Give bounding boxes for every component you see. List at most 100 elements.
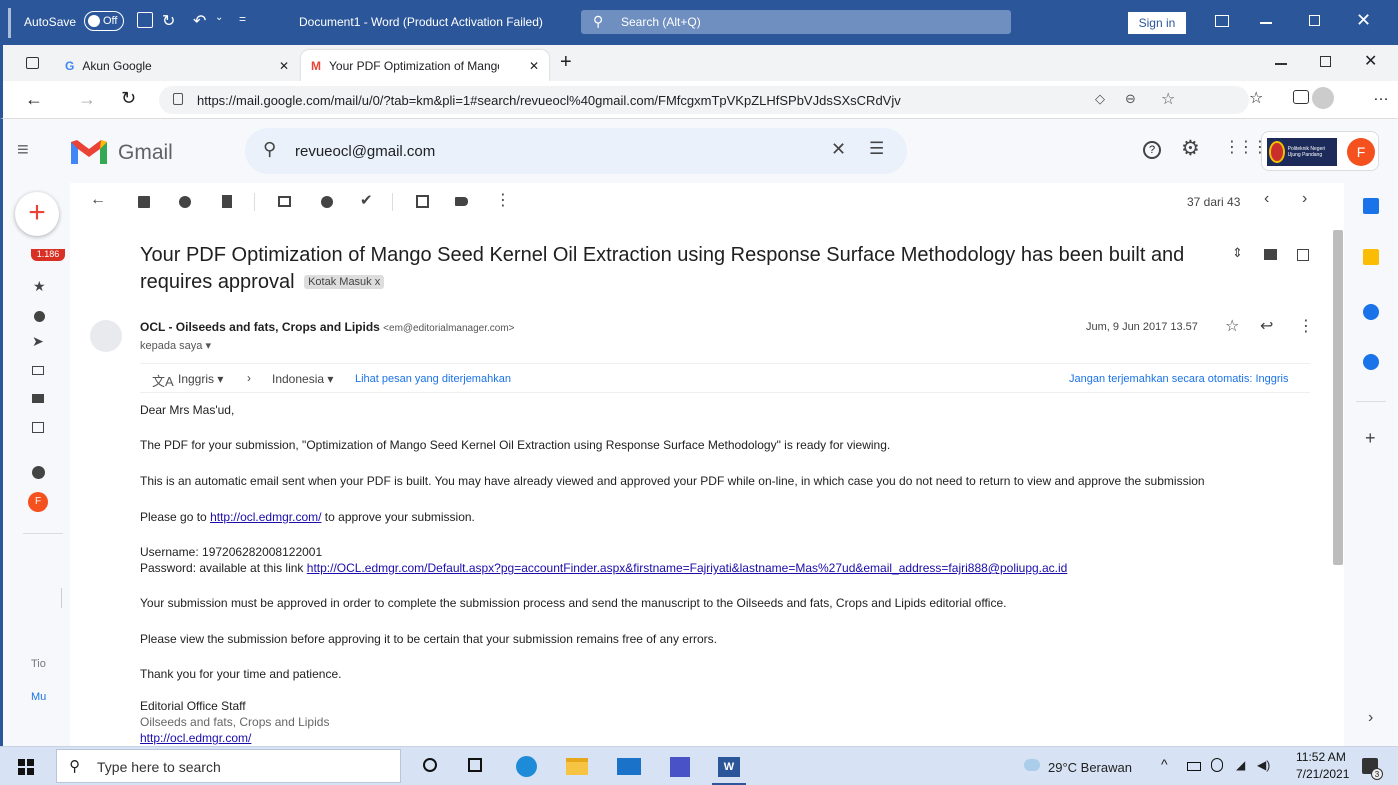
search-icon[interactable]: ⚲ [263,139,276,160]
source-language-dropdown[interactable]: Inggris ▾ [178,372,223,386]
task-view-icon[interactable] [468,758,482,772]
editorial-link[interactable]: http://ocl.edmgr.com/ [210,510,321,524]
zoom-icon[interactable]: ⊖ [1125,91,1136,107]
clock-date[interactable]: 7/21/2021 [1296,767,1349,781]
undo-dropdown-icon[interactable]: ⌄ [215,12,223,23]
sent-icon[interactable]: ➤ [32,333,44,350]
url-field[interactable]: https://mail.google.com/mail/u/0/?tab=km… [159,86,1249,114]
older-icon[interactable]: › [1302,190,1307,208]
calendar-app-icon[interactable] [1363,198,1379,214]
settings-icon[interactable]: ⚙ [1181,136,1200,161]
weather-icon[interactable] [1024,759,1040,771]
back-icon[interactable]: ← [25,89,43,110]
meet-join-icon[interactable] [32,394,44,403]
file-explorer-icon[interactable] [566,758,588,775]
autosave-toggle[interactable]: Off [84,11,124,31]
favorite-add-icon[interactable]: ☆ [1161,89,1175,109]
label-chip[interactable]: Kotak Masuk x [304,275,385,290]
maximize-icon[interactable] [1320,56,1331,67]
clear-search-icon[interactable]: ✕ [831,139,846,160]
input-method-icon[interactable] [1211,758,1223,772]
maximize-icon[interactable] [1309,15,1320,26]
taskbar-search[interactable]: ⚲ Type here to search [56,749,401,783]
remove-label-icon[interactable]: x [375,276,381,288]
snooze-icon[interactable] [321,196,333,208]
delete-icon[interactable] [222,195,232,208]
dont-translate-link[interactable]: Jangan terjemahkan secara otomatis: Ingg… [1069,373,1289,385]
expand-all-icon[interactable]: ⇕ [1232,245,1243,261]
undo-icon[interactable]: ↶ [193,11,206,31]
sign-in-button[interactable]: Sign in [1128,12,1186,34]
keep-app-icon[interactable] [1363,249,1379,265]
move-to-icon[interactable] [416,195,429,208]
profile-icon[interactable] [1312,87,1334,109]
apps-grid-icon[interactable]: ⋮⋮⋮ [1224,137,1268,157]
open-new-window-icon[interactable] [1297,249,1309,261]
reload-icon[interactable]: ↻ [121,88,136,109]
read-aloud-icon[interactable]: ◇ [1095,91,1105,107]
truncated-contact-label[interactable]: Mu [31,691,46,703]
word-search-box[interactable]: ⚲ Search (Alt+Q) [581,10,1011,34]
battery-icon[interactable] [1187,762,1201,771]
view-translation-link[interactable]: Lihat pesan yang diterjemahkan [355,373,511,385]
tasks-app-icon[interactable] [1363,304,1379,320]
customize-toolbar-icon[interactable]: = [239,12,246,26]
volume-icon[interactable]: ◀) [1257,758,1270,772]
target-language-dropdown[interactable]: Indonesia ▾ [272,372,333,386]
tab-close-icon[interactable]: ✕ [529,59,539,73]
close-icon[interactable]: ✕ [1364,51,1377,71]
meet-new-icon[interactable] [32,366,44,375]
favorites-icon[interactable]: ☆ [1249,88,1263,108]
help-icon[interactable]: ? [1143,141,1161,159]
clock-time[interactable]: 11:52 AM [1296,750,1346,764]
get-addons-icon[interactable]: + [1365,428,1376,449]
star-icon[interactable]: ☆ [1225,316,1239,336]
print-icon[interactable] [1264,249,1277,260]
hangouts-avatar[interactable]: F [28,492,48,512]
wifi-icon[interactable]: ◢ [1236,758,1245,772]
mail-search-bar[interactable]: ⚲ revueocl@gmail.com ✕ ☰ [245,128,907,174]
minimize-icon[interactable] [1260,22,1272,24]
recipient-details[interactable]: kepada saya ▾ [140,339,211,352]
reply-icon[interactable]: ↩ [1260,316,1273,336]
edge-icon[interactable] [516,756,537,777]
tab-gmail[interactable]: M Your PDF Optimization of Mango ✕ [301,50,549,81]
password-link[interactable]: http://OCL.edmgr.com/Default.aspx?pg=acc… [307,561,1068,575]
contacts-app-icon[interactable] [1363,354,1379,370]
search-input[interactable]: revueocl@gmail.com [295,143,435,160]
mail-app-icon[interactable] [617,758,641,775]
archive-icon[interactable] [138,196,150,208]
calendar-icon[interactable] [32,422,44,433]
tab-akun-google[interactable]: G Akun Google ✕ [55,50,299,81]
more-actions-icon[interactable]: ⋮ [495,190,511,210]
show-side-panel-icon[interactable]: › [1368,709,1373,727]
redo-icon[interactable]: ↻ [162,11,175,31]
mark-unread-icon[interactable] [278,196,291,207]
new-tab-icon[interactable]: + [560,51,572,74]
close-icon[interactable]: ✕ [1356,10,1371,31]
signature-link[interactable]: http://ocl.edmgr.com/ [140,731,251,745]
scrollbar[interactable] [1333,230,1343,565]
cortana-icon[interactable] [423,758,437,772]
snoozed-icon[interactable] [34,311,45,322]
newer-icon[interactable]: ‹ [1264,190,1269,208]
tab-close-icon[interactable]: ✕ [279,59,289,73]
add-task-icon[interactable]: ✔ [360,191,373,209]
report-spam-icon[interactable] [179,196,191,208]
starred-icon[interactable]: ★ [33,278,46,295]
search-options-icon[interactable]: ☰ [869,139,884,159]
save-icon[interactable] [137,12,153,28]
forward-icon[interactable]: → [78,89,96,110]
main-menu-icon[interactable]: ≡ [17,139,29,162]
avatar[interactable]: F [1347,138,1375,166]
back-to-list-icon[interactable]: ← [90,191,106,209]
more-icon[interactable]: … [1373,87,1389,105]
sender-name[interactable]: OCL - Oilseeds and fats, Crops and Lipid… [140,320,380,334]
hangouts-icon[interactable] [32,466,45,479]
weather-text[interactable]: 29°C Berawan [1048,760,1132,775]
minimize-icon[interactable] [1275,63,1287,65]
visual-studio-icon[interactable] [670,757,690,777]
word-app-icon[interactable]: W [718,757,740,777]
collections-icon[interactable] [1293,90,1309,104]
more-icon[interactable]: ⋮ [1298,316,1314,336]
